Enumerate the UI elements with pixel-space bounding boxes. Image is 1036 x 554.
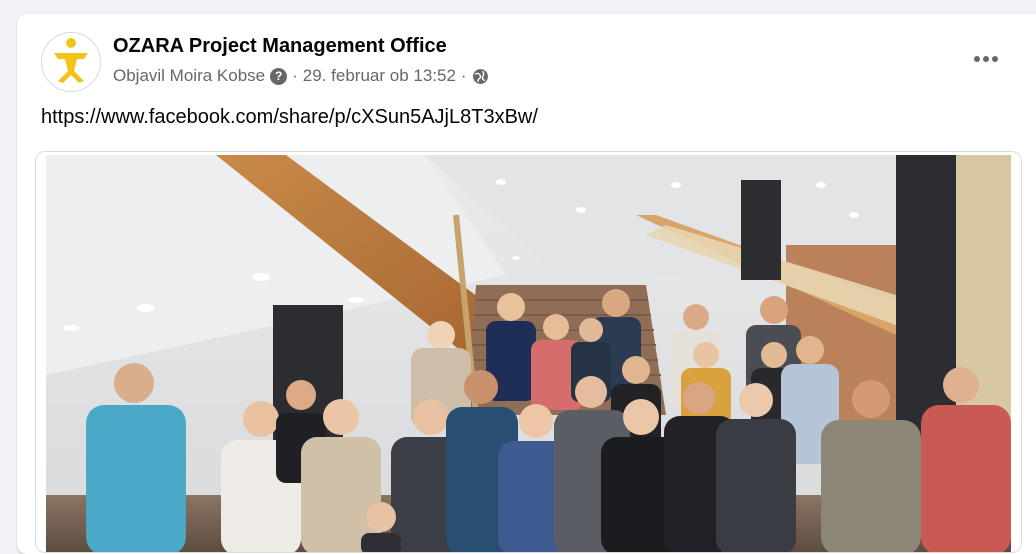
meta-separator-2: · (460, 66, 467, 85)
post-text-link[interactable]: https://www.facebook.com/share/p/cXSun5A… (41, 106, 538, 129)
author-line[interactable]: Objavil Moira Kobse (113, 66, 265, 86)
meta-separator: · (292, 66, 298, 85)
more-options-icon (974, 56, 980, 62)
post-photo-container[interactable] (35, 151, 1022, 553)
post-meta: Objavil Moira Kobse ? · 29. februar ob 1… (113, 66, 489, 86)
globe-icon[interactable] (472, 68, 489, 85)
page-name[interactable]: OZARA Project Management Office (113, 35, 447, 58)
question-icon[interactable]: ? (270, 67, 288, 85)
more-options-button[interactable] (967, 44, 1005, 74)
group-photo[interactable] (46, 155, 1011, 553)
page-avatar[interactable] (41, 32, 101, 92)
post-card: OZARA Project Management Office Objavil … (17, 14, 1036, 554)
ozara-logo (54, 38, 88, 83)
post-timestamp[interactable]: 29. februar ob 13:52 (303, 66, 456, 86)
